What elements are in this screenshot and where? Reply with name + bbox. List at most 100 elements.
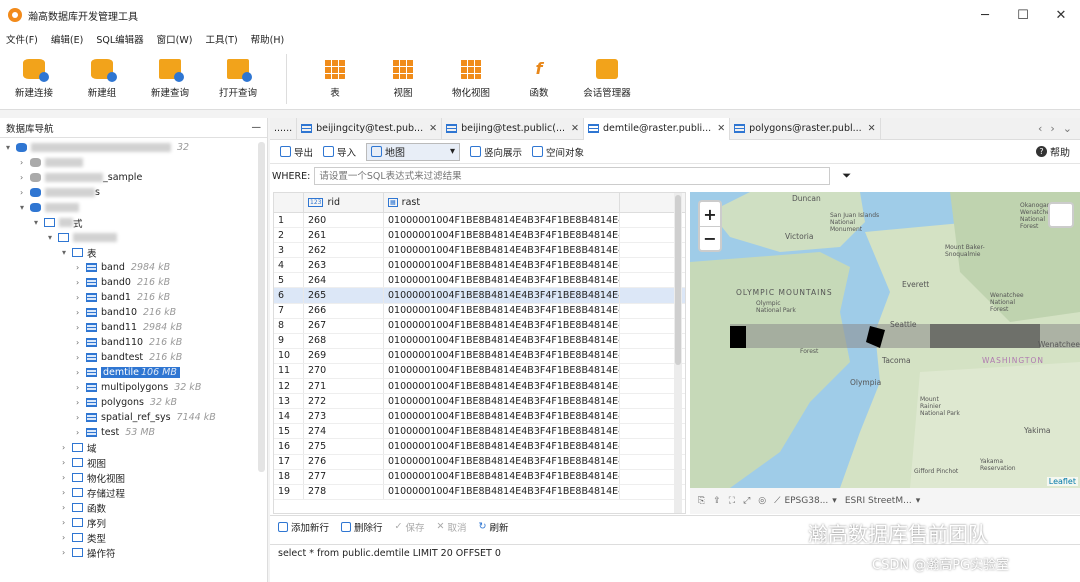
- expand-arrow-icon[interactable]: ›: [76, 278, 86, 287]
- row-number-cell[interactable]: 16: [274, 439, 304, 454]
- tree-connection[interactable]: ▾ 32: [6, 140, 189, 155]
- table-row[interactable]: 5 264 01000001004F1BE8B4814E4B3F4F1BE8B481…: [274, 273, 685, 289]
- row-number-cell[interactable]: 10: [274, 348, 304, 363]
- save-button[interactable]: ✓ 保存: [395, 520, 425, 534]
- grid-scrollbar[interactable]: [674, 193, 682, 513]
- rast-cell[interactable]: 01000001004F1BE8B4814E4B3F4F1BE8B4814E4B…: [384, 213, 620, 228]
- rid-cell[interactable]: 262: [304, 243, 384, 258]
- expand-arrow-icon[interactable]: ›: [62, 518, 72, 527]
- tree-schema-public[interactable]: ▾: [48, 230, 117, 245]
- tree-table[interactable]: › band11 2984 kB: [76, 320, 182, 335]
- tree-table[interactable]: › band0 216 kB: [76, 275, 170, 290]
- rast-cell[interactable]: 01000001004F1BE8B4814E4B3F4F1BE8B4814E4B…: [384, 424, 620, 439]
- menu-file[interactable]: 文件(F): [6, 32, 38, 46]
- zoom-out-button[interactable]: −: [700, 226, 720, 250]
- table-row[interactable]: 12 271 01000001004F1BE8B4814E4B3F4F1BE8B48…: [274, 379, 685, 395]
- mat-view-button[interactable]: 物化视图: [437, 48, 505, 110]
- row-number-cell[interactable]: 7: [274, 303, 304, 318]
- export-button[interactable]: 导出: [280, 145, 313, 159]
- tree-folder-domains[interactable]: › 域: [62, 440, 97, 455]
- tree-table[interactable]: › test 53 MB: [76, 425, 155, 440]
- tab-close-icon[interactable]: ✕: [429, 123, 437, 134]
- fullscreen-icon[interactable]: ⛶: [729, 496, 735, 506]
- tree-db-3[interactable]: › s: [20, 185, 100, 200]
- expand-arrow-icon[interactable]: ›: [62, 548, 72, 557]
- tree-db-raster[interactable]: ▾: [20, 200, 79, 215]
- minimize-button[interactable]: ─: [966, 0, 1004, 30]
- layers-button[interactable]: [1048, 202, 1074, 228]
- rid-cell[interactable]: 273: [304, 409, 384, 424]
- new-connection-button[interactable]: 新建连接: [0, 48, 68, 110]
- table-row[interactable]: 3 262 01000001004F1BE8B4814E4B3F4F1BE8B481…: [274, 243, 685, 259]
- export-icon[interactable]: ⇪: [713, 496, 721, 506]
- rid-cell[interactable]: 263: [304, 258, 384, 273]
- crs-select[interactable]: ⟋ EPSG38... ▾: [774, 496, 837, 506]
- table-row[interactable]: 9 268 01000001004F1BE8B4814E4B3F4F1BE8B481…: [274, 333, 685, 349]
- cancel-button[interactable]: ✕ 取消: [437, 520, 467, 534]
- row-number-cell[interactable]: 15: [274, 424, 304, 439]
- rid-cell[interactable]: 267: [304, 318, 384, 333]
- view-button[interactable]: 视图: [369, 48, 437, 110]
- expand-arrow-icon[interactable]: ›: [76, 428, 86, 437]
- rid-cell[interactable]: 271: [304, 379, 384, 394]
- menu-window[interactable]: 窗口(W): [157, 32, 193, 46]
- tree-folder-types[interactable]: › 类型: [62, 530, 106, 545]
- row-number-cell[interactable]: 2: [274, 228, 304, 243]
- tree-folder-views[interactable]: › 视图: [62, 455, 106, 470]
- expand-arrow-icon[interactable]: ›: [62, 488, 72, 497]
- row-number-cell[interactable]: 3: [274, 243, 304, 258]
- table-row[interactable]: 1 260 01000001004F1BE8B4814E4B3F4F1BE8B481…: [274, 213, 685, 229]
- expand-arrow-icon[interactable]: ›: [76, 353, 86, 362]
- tab-next-icon[interactable]: ›: [1050, 122, 1054, 135]
- tree-table[interactable]: › bandtest 216 kB: [76, 350, 182, 365]
- compass-icon[interactable]: ◎: [758, 496, 766, 506]
- rid-cell[interactable]: 278: [304, 484, 384, 499]
- tab-close-icon[interactable]: ✕: [717, 123, 725, 134]
- table-row[interactable]: 11 270 01000001004F1BE8B4814E4B3F4F1BE8B48…: [274, 363, 685, 380]
- tree-db-2[interactable]: › _sample: [20, 170, 142, 185]
- rid-cell[interactable]: 268: [304, 333, 384, 348]
- tree-folder-functions[interactable]: › 函数: [62, 500, 106, 515]
- tree-table[interactable]: › band 2984 kB: [76, 260, 170, 275]
- row-number-cell[interactable]: 17: [274, 454, 304, 469]
- tree-table[interactable]: › spatial_ref_sys 7144 kB: [76, 410, 216, 425]
- collapse-arrow-icon[interactable]: ▾: [34, 218, 44, 227]
- tree-table[interactable]: › polygons 32 kB: [76, 395, 177, 410]
- table-row[interactable]: 7 266 01000001004F1BE8B4814E4B3F4F1BE8B481…: [274, 303, 685, 319]
- vertical-display-button[interactable]: 竖向展示: [470, 145, 522, 159]
- delete-row-button[interactable]: 删除行: [341, 520, 383, 534]
- expand-arrow-icon[interactable]: ›: [62, 533, 72, 542]
- menu-sql-editor[interactable]: SQL编辑器: [96, 32, 143, 46]
- maximize-button[interactable]: ☐: [1004, 0, 1042, 30]
- expand-arrow-icon[interactable]: ›: [76, 368, 86, 377]
- row-number-cell[interactable]: 14: [274, 409, 304, 424]
- tab-close-icon[interactable]: ✕: [868, 123, 876, 134]
- menu-help[interactable]: 帮助(H): [251, 32, 285, 46]
- rast-cell[interactable]: 01000001004F1BE8B4814E4B3F4F1BE8B4814E4B…: [384, 333, 620, 348]
- row-number-cell[interactable]: 4: [274, 258, 304, 273]
- row-number-cell[interactable]: 9: [274, 333, 304, 348]
- rid-cell[interactable]: 270: [304, 363, 384, 379]
- tree-folder-sequences[interactable]: › 序列: [62, 515, 106, 530]
- expand-arrow-icon[interactable]: ›: [76, 308, 86, 317]
- rast-cell[interactable]: 01000001004F1BE8B4814E4B3F4F1BE8B4814E4B…: [384, 469, 620, 484]
- rast-cell[interactable]: 01000001004F1BE8B4814E4B3F4F1BE8B4814E4B…: [384, 348, 620, 363]
- refresh-button[interactable]: ↻ 刷新: [479, 520, 509, 534]
- rast-cell[interactable]: 01000001004F1BE8B4814E4B3F4F1BE8B4814E4B…: [384, 409, 620, 424]
- filter-icon[interactable]: ⏷: [842, 169, 851, 183]
- rast-cell[interactable]: 01000001004F1BE8B4814E4B3F4F1BE8B4814E4B…: [384, 303, 620, 318]
- tree-folder-procedures[interactable]: › 存储过程: [62, 485, 125, 500]
- expand-arrow-icon[interactable]: ›: [76, 323, 86, 332]
- table-button[interactable]: 表: [301, 48, 369, 110]
- tab-demtile[interactable]: demtile@raster.publi... ✕: [584, 117, 731, 140]
- table-row[interactable]: 17 276 01000001004F1BE8B4814E4B3F4F1BE8B48…: [274, 454, 685, 470]
- tree-table[interactable]: › band1 216 kB: [76, 290, 170, 305]
- where-input[interactable]: [314, 167, 831, 185]
- row-number-cell[interactable]: 18: [274, 469, 304, 484]
- tree-table[interactable]: › band10 216 kB: [76, 305, 176, 320]
- spatial-object-button[interactable]: 空间对象: [532, 145, 584, 159]
- collapse-arrow-icon[interactable]: ▾: [62, 248, 72, 257]
- rid-cell[interactable]: 275: [304, 439, 384, 454]
- collapse-arrow-icon[interactable]: ▾: [48, 233, 58, 242]
- rid-cell[interactable]: 261: [304, 228, 384, 243]
